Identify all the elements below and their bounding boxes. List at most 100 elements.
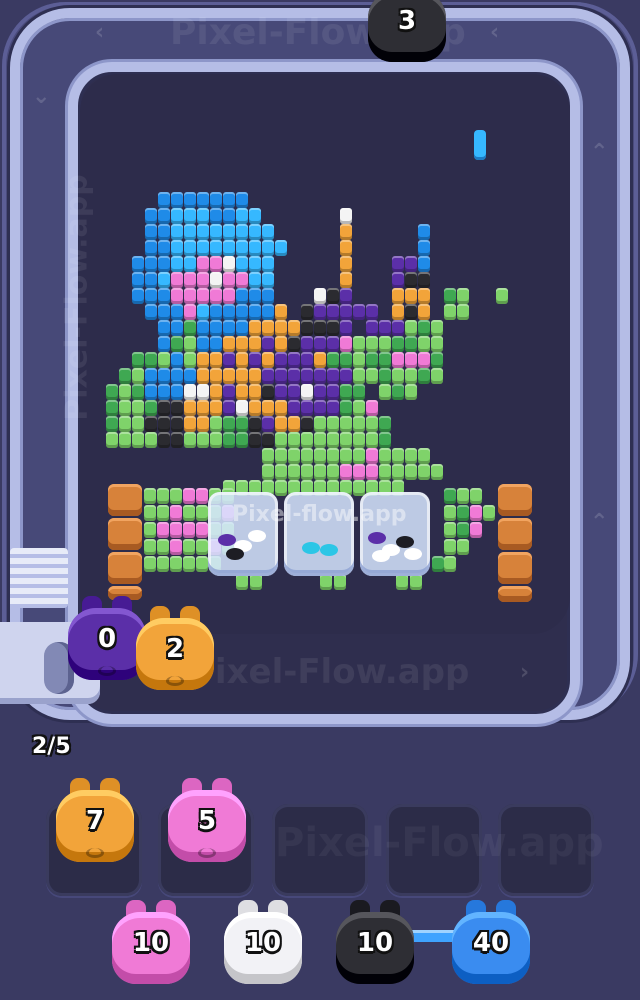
pixel-block — [457, 488, 469, 504]
pig-on-track[interactable]: 3 — [368, 0, 446, 62]
pixel-block — [170, 539, 182, 555]
track-capacity-counter: 2/5 — [32, 734, 71, 759]
pixel-block — [314, 400, 326, 416]
pig-in-queue[interactable]: 10 — [224, 900, 302, 984]
pixel-block — [340, 224, 352, 240]
pixel-block — [183, 505, 195, 521]
pixel-block — [210, 224, 222, 240]
pixel-block — [223, 288, 235, 304]
pixel-block — [340, 432, 352, 448]
pixel-block — [470, 488, 482, 504]
pixel-block — [431, 464, 443, 480]
pixel-block — [288, 320, 300, 336]
pixel-block — [444, 556, 456, 572]
pixel-block — [301, 352, 313, 368]
pixel-block — [144, 539, 156, 555]
pixel-block — [145, 432, 157, 448]
pixel-block — [197, 208, 209, 224]
pixel-block — [184, 384, 196, 400]
pixel-block — [340, 320, 352, 336]
pixel-block — [249, 288, 261, 304]
pixel-block — [236, 192, 248, 208]
pixel-block — [444, 522, 456, 538]
pixel-block — [327, 448, 339, 464]
pig-in-queue[interactable]: 10 — [336, 900, 414, 984]
pixel-block — [197, 416, 209, 432]
pixel-block — [334, 574, 346, 590]
pig-in-queue[interactable]: 40 — [452, 900, 530, 984]
pixel-block — [262, 256, 274, 272]
pixel-block — [262, 464, 274, 480]
pixel-block — [405, 320, 417, 336]
pixel-block — [314, 432, 326, 448]
pixel-block — [210, 416, 222, 432]
pixel-block — [249, 240, 261, 256]
pixel-block — [379, 432, 391, 448]
pixel-block — [171, 416, 183, 432]
pixel-block — [340, 368, 352, 384]
watermark: Pixel-flow.app — [232, 502, 407, 527]
pixel-block — [392, 288, 404, 304]
pixel-block — [223, 304, 235, 320]
pig-in-slot[interactable]: 5 — [168, 778, 246, 862]
pixel-block — [444, 488, 456, 504]
pixel-block — [223, 240, 235, 256]
pixel-block — [170, 505, 182, 521]
pixel-block — [353, 304, 365, 320]
pixel-block — [262, 400, 274, 416]
pixel-block — [132, 416, 144, 432]
pixel-block — [197, 224, 209, 240]
pixel-block — [392, 320, 404, 336]
pixel-block — [171, 272, 183, 288]
pixel-block — [236, 320, 248, 336]
pixel-block — [158, 224, 170, 240]
pixel-block — [106, 432, 118, 448]
pixel-block — [158, 368, 170, 384]
pig-count: 10 — [132, 928, 170, 958]
pixel-block — [301, 384, 313, 400]
chevron-left-icon: ‹ — [490, 20, 500, 45]
pixel-block — [171, 224, 183, 240]
pixel-block — [223, 384, 235, 400]
pixel-block — [184, 368, 196, 384]
pixel-block — [288, 352, 300, 368]
pixel-block — [157, 556, 169, 572]
track-end-marker — [10, 548, 68, 608]
pixel-block — [145, 352, 157, 368]
pixel-block — [262, 240, 274, 256]
pixel-block — [210, 192, 222, 208]
pixel-block — [353, 352, 365, 368]
pixel-block — [366, 320, 378, 336]
pixel-block — [327, 368, 339, 384]
pixel-block — [418, 352, 430, 368]
pixel-block — [366, 416, 378, 432]
pixel-block — [275, 432, 287, 448]
wood-block — [108, 518, 142, 550]
pixel-block — [301, 448, 313, 464]
pixel-block — [144, 556, 156, 572]
wood-block — [108, 484, 142, 516]
pixel-block — [223, 416, 235, 432]
pixel-block — [418, 336, 430, 352]
pig-on-track[interactable]: 2 — [136, 606, 214, 690]
pixel-block — [249, 336, 261, 352]
pixel-block — [327, 288, 339, 304]
pixel-block — [275, 384, 287, 400]
pixel-block — [158, 192, 170, 208]
chevron-down-icon: ⌄ — [32, 84, 51, 109]
pixel-block — [119, 368, 131, 384]
pig-in-queue[interactable]: 10 — [112, 900, 190, 984]
pixel-block — [171, 320, 183, 336]
pixel-block — [418, 272, 430, 288]
pixel-block — [366, 432, 378, 448]
pixel-block — [196, 539, 208, 555]
pig-on-track[interactable]: 0 — [68, 596, 146, 680]
pixel-block — [340, 400, 352, 416]
pixel-block — [249, 384, 261, 400]
pixel-block — [145, 368, 157, 384]
pixel-block — [170, 522, 182, 538]
pig-in-slot[interactable]: 7 — [56, 778, 134, 862]
pixel-block — [223, 336, 235, 352]
pixel-block — [119, 416, 131, 432]
pixel-block — [184, 304, 196, 320]
